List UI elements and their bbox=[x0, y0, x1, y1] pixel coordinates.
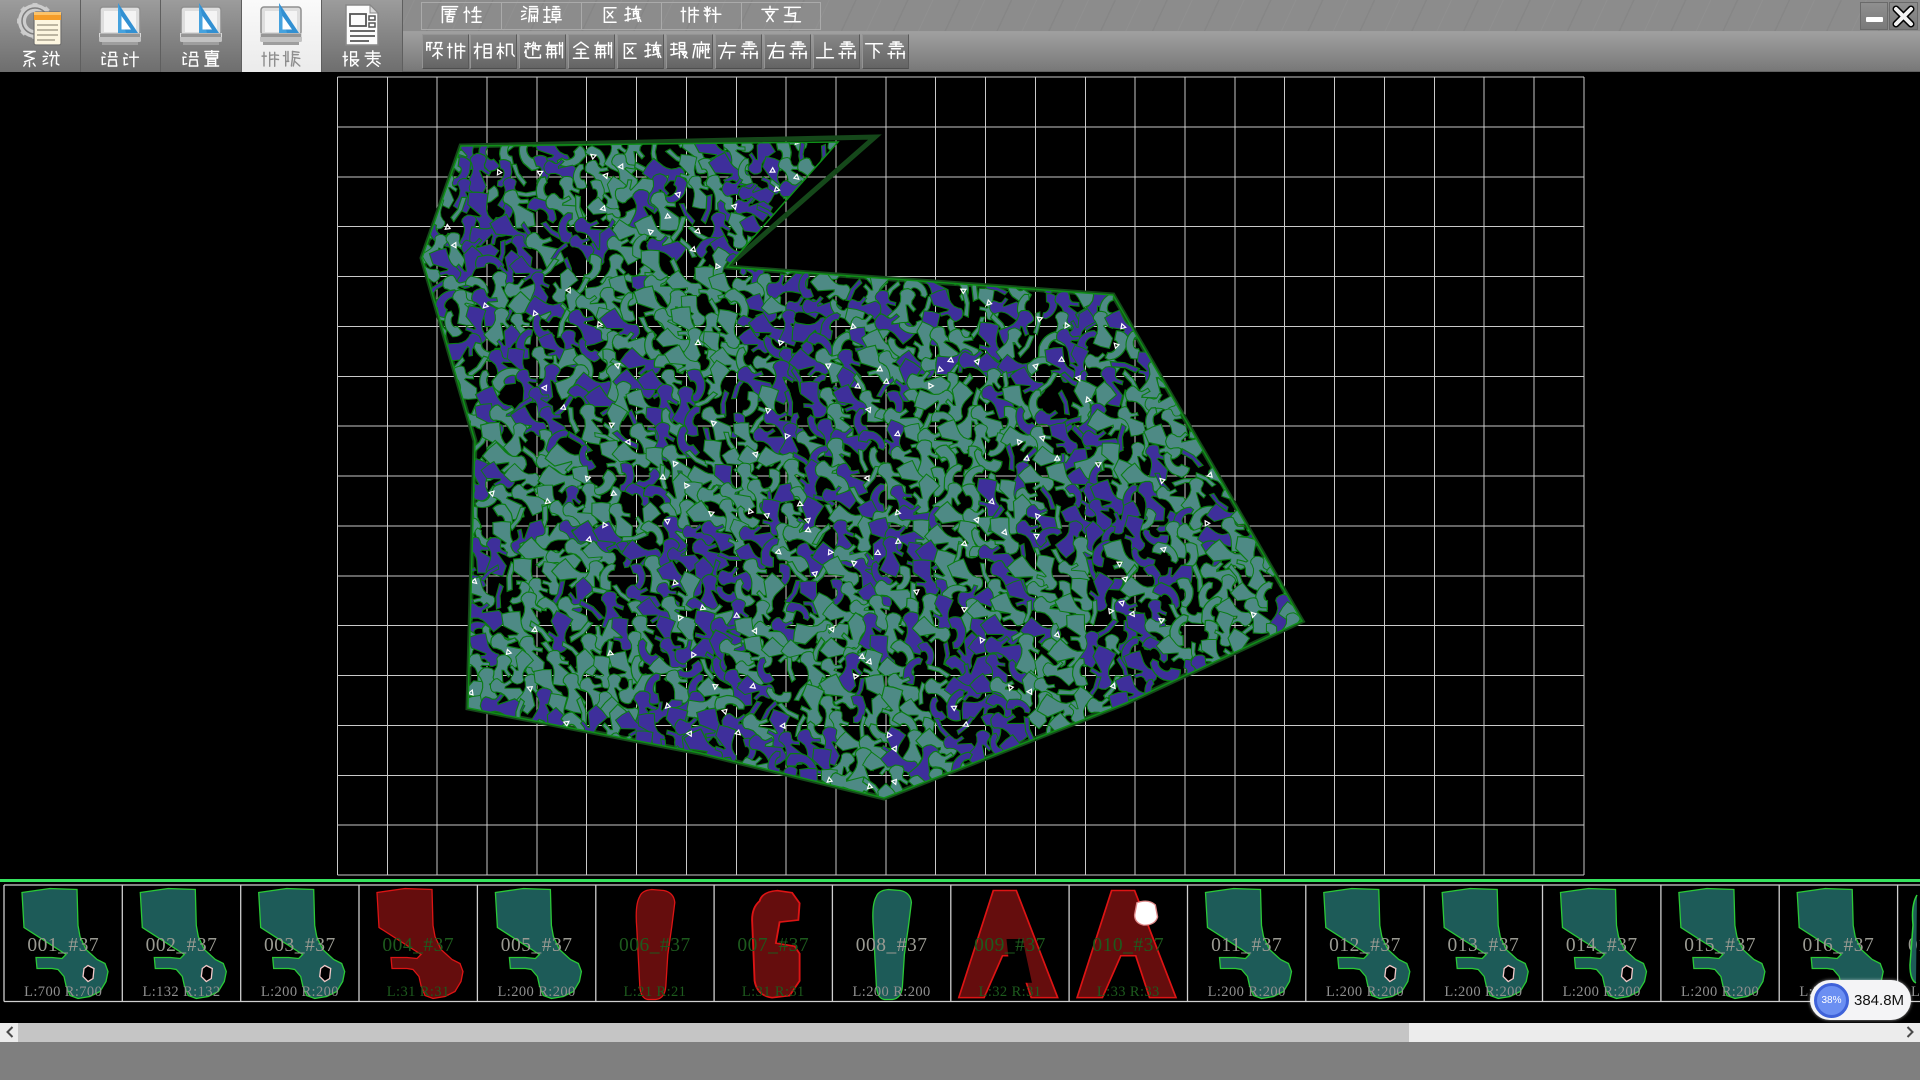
svg-text:L:200 R:200: L:200 R:200 bbox=[498, 984, 576, 1000]
svg-text:L:: L: bbox=[1911, 984, 1920, 1000]
svg-text:L:31 R:31: L:31 R:31 bbox=[387, 984, 450, 1000]
svg-text:L:132 R:132: L:132 R:132 bbox=[142, 984, 220, 1000]
svg-text:013_#37: 013_#37 bbox=[1448, 935, 1520, 956]
svg-text:L:200 R:200: L:200 R:200 bbox=[1326, 984, 1404, 1000]
svg-text:001_#37: 001_#37 bbox=[27, 935, 99, 956]
svg-text:L:21 R:21: L:21 R:21 bbox=[623, 984, 686, 1000]
svg-text:L:200 R:200: L:200 R:200 bbox=[1208, 984, 1286, 1000]
svg-text:L:200 R:200: L:200 R:200 bbox=[1563, 984, 1641, 1000]
svg-text:011_#37: 011_#37 bbox=[1211, 935, 1282, 956]
svg-text:014_#37: 014_#37 bbox=[1566, 935, 1638, 956]
svg-text:006_#37: 006_#37 bbox=[619, 935, 691, 956]
svg-text:007_#37: 007_#37 bbox=[737, 935, 809, 956]
svg-text:016_#37: 016_#37 bbox=[1803, 935, 1875, 956]
svg-text:008_#37: 008_#37 bbox=[856, 935, 928, 956]
svg-text:015_#37: 015_#37 bbox=[1684, 935, 1756, 956]
svg-text:L:200 R:200: L:200 R:200 bbox=[1444, 984, 1522, 1000]
svg-text:004_#37: 004_#37 bbox=[382, 935, 454, 956]
svg-text:L:200 R:200: L:200 R:200 bbox=[261, 984, 339, 1000]
svg-text:009_#37: 009_#37 bbox=[974, 935, 1046, 956]
svg-text:L:700 R:700: L:700 R:700 bbox=[24, 984, 102, 1000]
svg-text:003_#37: 003_#37 bbox=[264, 935, 336, 956]
svg-text:L:32 R:31: L:32 R:31 bbox=[979, 984, 1042, 1000]
svg-text:005_#37: 005_#37 bbox=[501, 935, 573, 956]
svg-text:L:33 R:33: L:33 R:33 bbox=[1097, 984, 1160, 1000]
svg-text:002_#37: 002_#37 bbox=[146, 935, 218, 956]
svg-text:L:31 R:31: L:31 R:31 bbox=[742, 984, 805, 1000]
svg-text:L:200 R:200: L:200 R:200 bbox=[1681, 984, 1759, 1000]
svg-text:L:200 R:200: L:200 R:200 bbox=[853, 984, 931, 1000]
svg-text:010_#37: 010_#37 bbox=[1092, 935, 1164, 956]
svg-text:012_#37: 012_#37 bbox=[1329, 935, 1401, 956]
